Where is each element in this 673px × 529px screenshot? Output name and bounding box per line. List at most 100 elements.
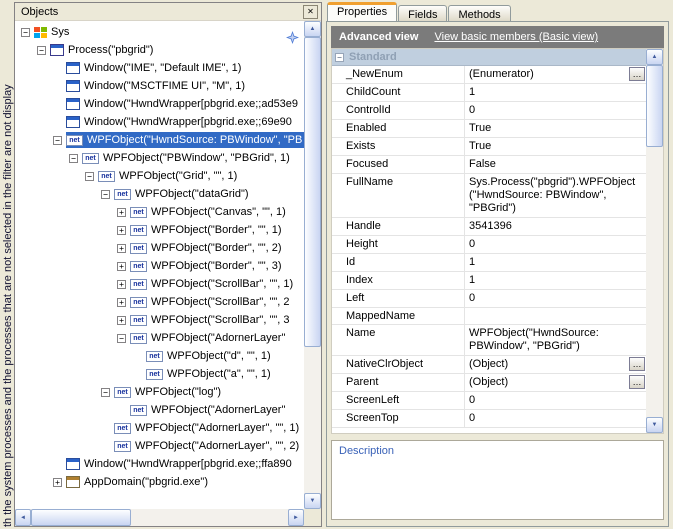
collapse-icon[interactable]: − xyxy=(53,136,62,145)
property-value: WPFObject("HwndSource: PBWindow", "PBGri… xyxy=(465,325,646,355)
tab-fields[interactable]: Fields xyxy=(398,5,447,21)
expand-icon[interactable]: + xyxy=(117,298,126,307)
property-row[interactable]: MappedName xyxy=(332,308,646,325)
expand-icon[interactable]: + xyxy=(53,478,62,487)
expand-icon[interactable]: + xyxy=(117,226,126,235)
tree-node[interactable]: +netWPFObject("ScrollBar", "", 3 xyxy=(15,311,304,329)
collapse-icon[interactable]: − xyxy=(69,154,78,163)
property-row[interactable]: NativeClrObject(Object)… xyxy=(332,356,646,374)
collapse-icon[interactable]: − xyxy=(101,388,110,397)
tree-node[interactable]: +netWPFObject("ScrollBar", "", 1) xyxy=(15,275,304,293)
property-row[interactable]: ChildCount1 xyxy=(332,84,646,102)
property-value: (Object) xyxy=(465,356,646,373)
scroll-thumb[interactable] xyxy=(31,509,131,526)
collapse-icon[interactable]: − xyxy=(101,190,110,199)
tree-vertical-scrollbar[interactable]: ▲ ▼ xyxy=(304,21,321,509)
property-row[interactable]: Parent(Object)… xyxy=(332,374,646,392)
tree-node[interactable]: −Process("pbgrid") xyxy=(15,41,304,59)
tree-node-label: WPFObject("AdornerLayer", "", 2) xyxy=(135,440,299,452)
tree-node[interactable]: −netWPFObject("AdornerLayer" xyxy=(15,329,304,347)
tree-node[interactable]: netWPFObject("d", "", 1) xyxy=(15,347,304,365)
tree-node[interactable]: +netWPFObject("ScrollBar", "", 2 xyxy=(15,293,304,311)
net-icon: net xyxy=(66,135,83,146)
expand-icon[interactable]: + xyxy=(117,262,126,271)
tree-node[interactable]: net WPFObject("AdornerLayer", "", 2) xyxy=(15,437,304,455)
property-row[interactable]: ScreenLeft0 xyxy=(332,392,646,410)
collapse-icon[interactable]: − xyxy=(335,53,344,62)
tab-methods[interactable]: Methods xyxy=(448,5,510,21)
close-button[interactable]: ✕ xyxy=(303,5,318,19)
expand-icon[interactable]: + xyxy=(117,316,126,325)
tree-node[interactable]: −netWPFObject("Grid", "", 1) xyxy=(15,167,304,185)
tree-node[interactable]: +netWPFObject("Canvas", "", 1) xyxy=(15,203,304,221)
scroll-thumb[interactable] xyxy=(304,37,321,347)
ellipsis-button[interactable]: … xyxy=(629,375,645,389)
scroll-track[interactable] xyxy=(646,65,663,417)
property-row[interactable]: EnabledTrue xyxy=(332,120,646,138)
basic-view-link[interactable]: View basic members (Basic view) xyxy=(434,31,598,43)
compass-icon[interactable] xyxy=(286,31,299,44)
tree-node[interactable]: +netWPFObject("Border", "", 1) xyxy=(15,221,304,239)
tree-node[interactable]: netWPFObject("a", "", 1) xyxy=(15,365,304,383)
objects-panel-title: Objects xyxy=(21,6,58,18)
ellipsis-button[interactable]: … xyxy=(629,67,645,81)
property-row[interactable]: ExistsTrue xyxy=(332,138,646,156)
property-row[interactable]: Index1 xyxy=(332,272,646,290)
tree-node[interactable]: −netWPFObject("log") xyxy=(15,383,304,401)
collapse-icon[interactable]: − xyxy=(21,28,30,37)
tree-horizontal-scrollbar[interactable]: ◄ ► xyxy=(15,509,304,526)
property-row[interactable]: ControlId0 xyxy=(332,102,646,120)
property-row[interactable]: Id1 xyxy=(332,254,646,272)
tree-node[interactable]: Window("HwndWrapper[pbgrid.exe;;ffa890 xyxy=(15,455,304,473)
ellipsis-button[interactable]: … xyxy=(629,357,645,371)
tree-node[interactable]: −netWPFObject("dataGrid") xyxy=(15,185,304,203)
sys-icon xyxy=(34,27,47,38)
property-name: Exists xyxy=(332,138,465,155)
scroll-track[interactable] xyxy=(304,37,321,493)
expand-icon[interactable]: + xyxy=(117,208,126,217)
property-row[interactable]: _NewEnum(Enumerator)… xyxy=(332,66,646,84)
net-icon: net xyxy=(98,171,115,182)
property-name: ScreenTop xyxy=(332,410,465,427)
collapse-icon[interactable]: − xyxy=(85,172,94,181)
property-row[interactable]: Left0 xyxy=(332,290,646,308)
tree-node[interactable]: Window("MSCTFIME UI", "M", 1) xyxy=(15,77,304,95)
property-row[interactable]: ScreenTop0 xyxy=(332,410,646,428)
tab-properties[interactable]: Properties xyxy=(327,2,397,21)
net-icon: net xyxy=(114,441,131,452)
filter-hint-text: th the system processes and the processe… xyxy=(2,84,14,527)
scroll-down-icon[interactable]: ▼ xyxy=(646,417,663,433)
tree-node[interactable]: −Sys xyxy=(15,23,304,41)
tree-node[interactable]: −netWPFObject("PBWindow", "PBGrid", 1) xyxy=(15,149,304,167)
tree-node[interactable]: −netWPFObject("HwndSource: PBWindow", "P… xyxy=(15,131,304,149)
scroll-right-icon[interactable]: ► xyxy=(288,509,304,526)
property-row[interactable]: FocusedFalse xyxy=(332,156,646,174)
scroll-down-icon[interactable]: ▼ xyxy=(304,493,321,509)
view-title: Advanced view xyxy=(339,31,418,43)
property-row[interactable]: NameWPFObject("HwndSource: PBWindow", "P… xyxy=(332,325,646,356)
scroll-up-icon[interactable]: ▲ xyxy=(304,21,321,37)
property-group-standard[interactable]: − Standard xyxy=(332,49,646,66)
scroll-up-icon[interactable]: ▲ xyxy=(646,49,663,65)
tree-node[interactable]: +netWPFObject("Border", "", 3) xyxy=(15,257,304,275)
property-row[interactable]: Handle3541396 xyxy=(332,218,646,236)
expand-icon[interactable]: + xyxy=(117,280,126,289)
tree-node[interactable]: +AppDomain("pbgrid.exe") xyxy=(15,473,304,491)
grid-vertical-scrollbar[interactable]: ▲ ▼ xyxy=(646,49,663,433)
property-rows: − Standard _NewEnum(Enumerator)…ChildCou… xyxy=(332,49,646,433)
scroll-thumb[interactable] xyxy=(646,65,663,147)
tree-node[interactable]: Window("HwndWrapper[pbgrid.exe;;69e90 xyxy=(15,113,304,131)
collapse-icon[interactable]: − xyxy=(37,46,46,55)
scroll-left-icon[interactable]: ◄ xyxy=(15,509,31,526)
expand-icon[interactable]: + xyxy=(117,244,126,253)
property-name: Height xyxy=(332,236,465,253)
scroll-track[interactable] xyxy=(31,509,288,526)
tree-node[interactable]: Window("HwndWrapper[pbgrid.exe;;ad53e9 xyxy=(15,95,304,113)
tree-node[interactable]: +netWPFObject("Border", "", 2) xyxy=(15,239,304,257)
tree-node[interactable]: netWPFObject("AdornerLayer", "", 1) xyxy=(15,419,304,437)
property-row[interactable]: FullNameSys.Process("pbgrid").WPFObject … xyxy=(332,174,646,218)
collapse-icon[interactable]: − xyxy=(117,334,126,343)
property-row[interactable]: Height0 xyxy=(332,236,646,254)
tree-node[interactable]: netWPFObject("AdornerLayer" xyxy=(15,401,304,419)
tree-node[interactable]: Window("IME", "Default IME", 1) xyxy=(15,59,304,77)
